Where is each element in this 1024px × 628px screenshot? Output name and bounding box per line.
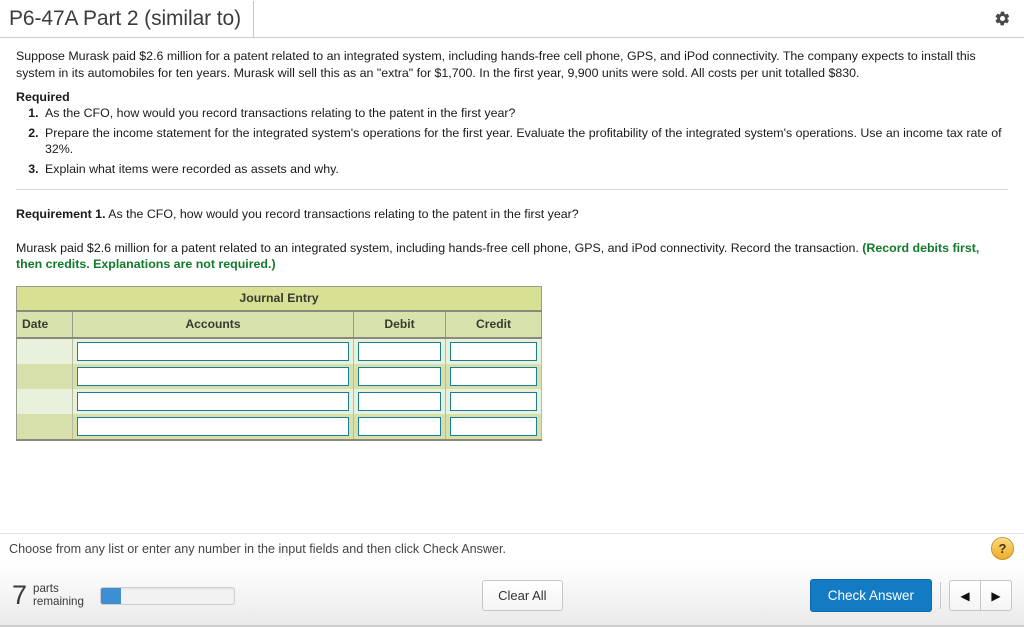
title-bar: P6-47A Part 2 (similar to) bbox=[0, 0, 1024, 38]
cell-credit bbox=[444, 413, 543, 441]
table-row bbox=[16, 413, 543, 441]
cell-date bbox=[16, 337, 73, 364]
journal-title-row: Journal Entry bbox=[15, 285, 543, 312]
page-title: P6-47A Part 2 (similar to) bbox=[9, 6, 241, 30]
credit-input-row2[interactable] bbox=[450, 366, 538, 386]
status-message: Choose from any list or enter any number… bbox=[9, 541, 507, 556]
cell-date bbox=[16, 413, 73, 441]
parts-label-line1: parts bbox=[33, 581, 59, 595]
debit-input-row3[interactable] bbox=[358, 391, 441, 411]
parts-remaining-group: 7 parts remaining bbox=[12, 582, 235, 609]
column-header-credit: Credit bbox=[444, 310, 543, 339]
parts-label-line2: remaining bbox=[33, 594, 84, 608]
previous-arrow-icon[interactable]: ◀ bbox=[949, 580, 980, 611]
requirement-label: Requirement 1. bbox=[16, 207, 106, 221]
journal-entry-table: Journal Entry Date Accounts Debit Credit bbox=[15, 285, 543, 441]
navigation-buttons: ◀ ▶ bbox=[949, 580, 1012, 611]
credit-input-row1[interactable] bbox=[450, 341, 538, 361]
required-item-1: As the CFO, how would you record transac… bbox=[42, 105, 1008, 122]
footer-right-group: Check Answer ◀ ▶ bbox=[809, 579, 1012, 612]
cell-debit bbox=[353, 337, 446, 364]
required-heading: Required bbox=[16, 90, 70, 104]
requirement-question: As the CFO, how would you record transac… bbox=[108, 207, 579, 221]
cell-date bbox=[16, 363, 73, 389]
parts-remaining-label: parts remaining bbox=[33, 581, 84, 608]
gear-icon[interactable] bbox=[980, 0, 1024, 37]
nav-separator bbox=[940, 582, 941, 609]
footer-center-group: Clear All bbox=[235, 580, 810, 611]
instruction-plain-text: Murask paid $2.6 million for a patent re… bbox=[16, 240, 859, 255]
accounts-input-row3[interactable] bbox=[77, 391, 349, 411]
table-row bbox=[16, 337, 543, 364]
cell-debit bbox=[353, 388, 446, 414]
accounts-input-row1[interactable] bbox=[77, 341, 349, 361]
requirement-heading: Requirement 1. As the CFO, how would you… bbox=[16, 206, 1008, 223]
cell-credit bbox=[444, 363, 543, 389]
journal-title: Journal Entry bbox=[15, 285, 543, 312]
progress-bar bbox=[99, 586, 235, 605]
cell-accounts bbox=[72, 388, 354, 414]
problem-statement: Suppose Murask paid $2.6 million for a p… bbox=[16, 49, 976, 80]
cell-accounts bbox=[72, 363, 354, 389]
required-item-2: Prepare the income statement for the int… bbox=[42, 125, 1008, 158]
help-icon[interactable]: ? bbox=[991, 537, 1014, 560]
requirement-instruction: Murask paid $2.6 million for a patent re… bbox=[16, 240, 996, 273]
next-arrow-icon[interactable]: ▶ bbox=[980, 580, 1012, 611]
required-item-3: Explain what items were recorded as asse… bbox=[42, 161, 1008, 178]
section-divider bbox=[16, 189, 1008, 190]
table-row bbox=[16, 363, 543, 389]
debit-input-row1[interactable] bbox=[358, 341, 441, 361]
parts-remaining-count: 7 bbox=[12, 580, 28, 610]
debit-input-row4[interactable] bbox=[358, 416, 441, 436]
clear-all-button[interactable]: Clear All bbox=[482, 580, 563, 611]
journal-body bbox=[16, 337, 543, 441]
status-bar: Choose from any list or enter any number… bbox=[0, 533, 1024, 564]
cell-accounts bbox=[72, 337, 354, 364]
progress-bar-fill bbox=[100, 587, 121, 604]
check-answer-button[interactable]: Check Answer bbox=[809, 579, 932, 612]
cell-date bbox=[16, 388, 73, 414]
column-header-date: Date bbox=[16, 310, 73, 339]
credit-input-row4[interactable] bbox=[450, 416, 538, 436]
column-header-accounts: Accounts bbox=[72, 310, 354, 339]
required-list: As the CFO, how would you record transac… bbox=[16, 105, 1008, 177]
accounts-input-row2[interactable] bbox=[77, 366, 349, 386]
footer-toolbar: 7 parts remaining Clear All Check Answer… bbox=[0, 563, 1024, 627]
column-header-debit: Debit bbox=[353, 310, 446, 339]
debit-input-row2[interactable] bbox=[358, 366, 441, 386]
accounts-input-row4[interactable] bbox=[77, 416, 349, 436]
journal-entry-table-wrapper: Journal Entry Date Accounts Debit Credit bbox=[15, 285, 1008, 441]
problem-content: Suppose Murask paid $2.6 million for a p… bbox=[0, 38, 1024, 527]
cell-debit bbox=[353, 363, 446, 389]
title-bar-spacer bbox=[254, 0, 980, 37]
table-row bbox=[16, 388, 543, 414]
cell-credit bbox=[444, 388, 543, 414]
credit-input-row3[interactable] bbox=[450, 391, 538, 411]
cell-debit bbox=[353, 413, 446, 441]
cell-accounts bbox=[72, 413, 354, 441]
journal-header-row: Date Accounts Debit Credit bbox=[16, 310, 543, 339]
cell-credit bbox=[444, 337, 543, 364]
